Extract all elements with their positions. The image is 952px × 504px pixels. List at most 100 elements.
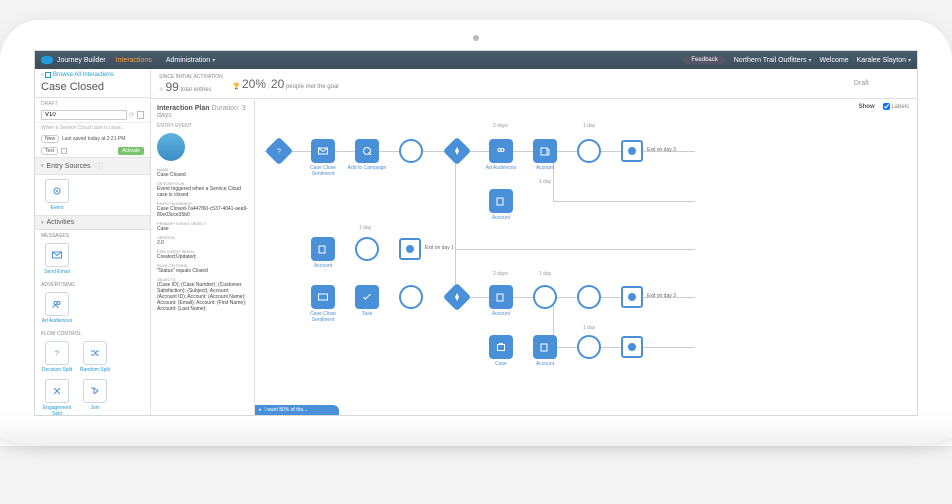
people-icon: ⛯ bbox=[159, 87, 164, 93]
wait-node[interactable] bbox=[533, 285, 557, 309]
node-label: Account bbox=[301, 263, 345, 269]
detail-object: Case bbox=[157, 226, 248, 232]
top-tabs: Interactions Administration▾ bbox=[116, 57, 216, 64]
goal-label: people met the goal bbox=[286, 84, 339, 90]
svg-text:?: ? bbox=[55, 351, 59, 358]
case-activity[interactable] bbox=[489, 335, 513, 359]
status-label: DRAFT bbox=[35, 98, 150, 108]
task-activity[interactable] bbox=[355, 285, 379, 309]
main-content: ‹ Browse All Interactions Case Closed DR… bbox=[35, 69, 917, 415]
detail-rule: "Status" equals Closed bbox=[157, 268, 248, 274]
account-activity[interactable] bbox=[533, 335, 557, 359]
laptop-base bbox=[0, 416, 952, 446]
feedback-button[interactable]: Feedback bbox=[683, 56, 725, 64]
tile-decision-split[interactable]: ? Decision Split bbox=[41, 341, 73, 373]
detail-desc: Event triggered when a Service Cloud cas… bbox=[157, 186, 248, 198]
wait-node[interactable] bbox=[577, 335, 601, 359]
main-area: SINCE INITIAL ACTIVATION ⛯ 99 total entr… bbox=[151, 69, 917, 415]
section-activities[interactable]: ▾ Activities bbox=[35, 215, 150, 230]
goal-bar[interactable]: ▸I want 80% of the... bbox=[255, 405, 339, 415]
detail-objects: (Case ID); (Case Number); (Customer Sati… bbox=[157, 282, 248, 312]
decision-node[interactable] bbox=[443, 137, 471, 165]
flow-line bbox=[455, 249, 695, 250]
tile-engagement-split[interactable]: Engagement Split bbox=[41, 379, 73, 416]
journey-canvas[interactable]: Show Labels ? 2 bbox=[255, 99, 917, 415]
email-activity[interactable] bbox=[311, 285, 335, 309]
duration-label: 2 days bbox=[493, 123, 508, 129]
stop-icon[interactable] bbox=[61, 148, 67, 154]
campaign-activity[interactable] bbox=[355, 139, 379, 163]
detail-name: Case Closed bbox=[157, 172, 248, 178]
activate-button[interactable]: Activate bbox=[118, 147, 144, 155]
node-label: Account bbox=[479, 311, 523, 317]
account-activity[interactable] bbox=[489, 285, 513, 309]
svg-text:?: ? bbox=[277, 149, 281, 156]
show-label: Show bbox=[859, 104, 875, 110]
ad-audiences-activity[interactable] bbox=[489, 139, 513, 163]
duration-label: 1 day bbox=[583, 325, 595, 331]
node-label: Case bbox=[479, 361, 523, 367]
detail-version: 2.0 bbox=[157, 240, 248, 246]
version-input[interactable] bbox=[41, 110, 127, 120]
detail-audience: Case Closed-7a447f60-c537-4041-aea9-80e0… bbox=[157, 206, 248, 218]
tile-ad-audiences[interactable]: Ad Audiences bbox=[41, 292, 73, 324]
account-activity[interactable] bbox=[311, 237, 335, 261]
ads-icon bbox=[45, 292, 69, 316]
collapse-icon: ▾ bbox=[41, 163, 44, 169]
plan-title: Interaction Plan bbox=[157, 105, 210, 112]
entry-event-icon[interactable] bbox=[157, 133, 185, 161]
exit-label: Exit on day 3 bbox=[647, 147, 676, 153]
group-advertising: ADVERTISING bbox=[35, 279, 150, 288]
refresh-icon[interactable]: ⟳ bbox=[129, 111, 135, 119]
wait-node[interactable] bbox=[399, 139, 423, 163]
node-label: Ad Audiences bbox=[479, 165, 523, 171]
tile-random-split[interactable]: Random Split bbox=[79, 341, 111, 373]
event-icon bbox=[45, 179, 69, 203]
app-screen: Journey Builder Interactions Administrat… bbox=[34, 50, 918, 416]
wait-node[interactable] bbox=[577, 285, 601, 309]
tab-administration[interactable]: Administration▾ bbox=[166, 57, 215, 64]
account-activity[interactable] bbox=[533, 139, 557, 163]
tile-event[interactable]: Event bbox=[41, 179, 73, 211]
test-button[interactable]: Test bbox=[41, 147, 58, 155]
decision-node[interactable] bbox=[443, 283, 471, 311]
account-activity[interactable] bbox=[489, 189, 513, 213]
webcam-dot bbox=[473, 35, 479, 41]
product-name: Journey Builder bbox=[57, 57, 106, 64]
tab-interactions[interactable]: Interactions bbox=[116, 57, 152, 64]
tile-join[interactable]: Join bbox=[79, 379, 111, 416]
tile-send-email[interactable]: Send Email bbox=[41, 243, 73, 275]
duration-label: 1 day bbox=[539, 179, 551, 185]
exit-node[interactable] bbox=[621, 140, 643, 162]
node-label: Add to Campaign bbox=[345, 165, 389, 171]
goal-count: 20 bbox=[271, 77, 284, 91]
chevron-down-icon: ▾ bbox=[212, 58, 215, 64]
section-entry-sources[interactable]: ▾ Entry Sources ⓘ bbox=[35, 157, 150, 175]
wait-node[interactable] bbox=[399, 285, 423, 309]
trophy-icon: 🏆 bbox=[233, 84, 240, 90]
exit-node[interactable] bbox=[621, 286, 643, 308]
labels-toggle[interactable] bbox=[883, 103, 890, 110]
exit-node[interactable] bbox=[621, 336, 643, 358]
entry-detail-panel: Interaction Plan Duration: 3 days ENTRY … bbox=[151, 99, 255, 415]
grid-view-icon[interactable] bbox=[137, 111, 144, 119]
collapse-icon: ▾ bbox=[41, 220, 44, 226]
decision-node[interactable]: ? bbox=[265, 137, 293, 165]
exit-node[interactable] bbox=[399, 238, 421, 260]
exit-label: Exit on day 3 bbox=[647, 293, 676, 299]
exit-label: Exit on day 1 bbox=[425, 245, 454, 251]
org-picker[interactable]: Northern Trail Outfitters▾ bbox=[734, 57, 812, 64]
user-menu[interactable]: Karalee Slayton▾ bbox=[857, 57, 911, 64]
canvas-area: Interaction Plan Duration: 3 days ENTRY … bbox=[151, 99, 917, 415]
breadcrumb[interactable]: ‹ Browse All Interactions bbox=[35, 69, 150, 81]
duration-label: 2 days bbox=[493, 271, 508, 277]
mail-icon bbox=[45, 243, 69, 267]
entries-label: total entries bbox=[181, 87, 212, 93]
wait-node[interactable] bbox=[577, 139, 601, 163]
email-activity[interactable] bbox=[311, 139, 335, 163]
chevron-down-icon: ▾ bbox=[809, 58, 812, 64]
duration-label: 1 day bbox=[359, 225, 371, 231]
flow-line bbox=[553, 201, 695, 202]
detail-fire: Created;Updated; bbox=[157, 254, 248, 260]
wait-node[interactable] bbox=[355, 237, 379, 261]
